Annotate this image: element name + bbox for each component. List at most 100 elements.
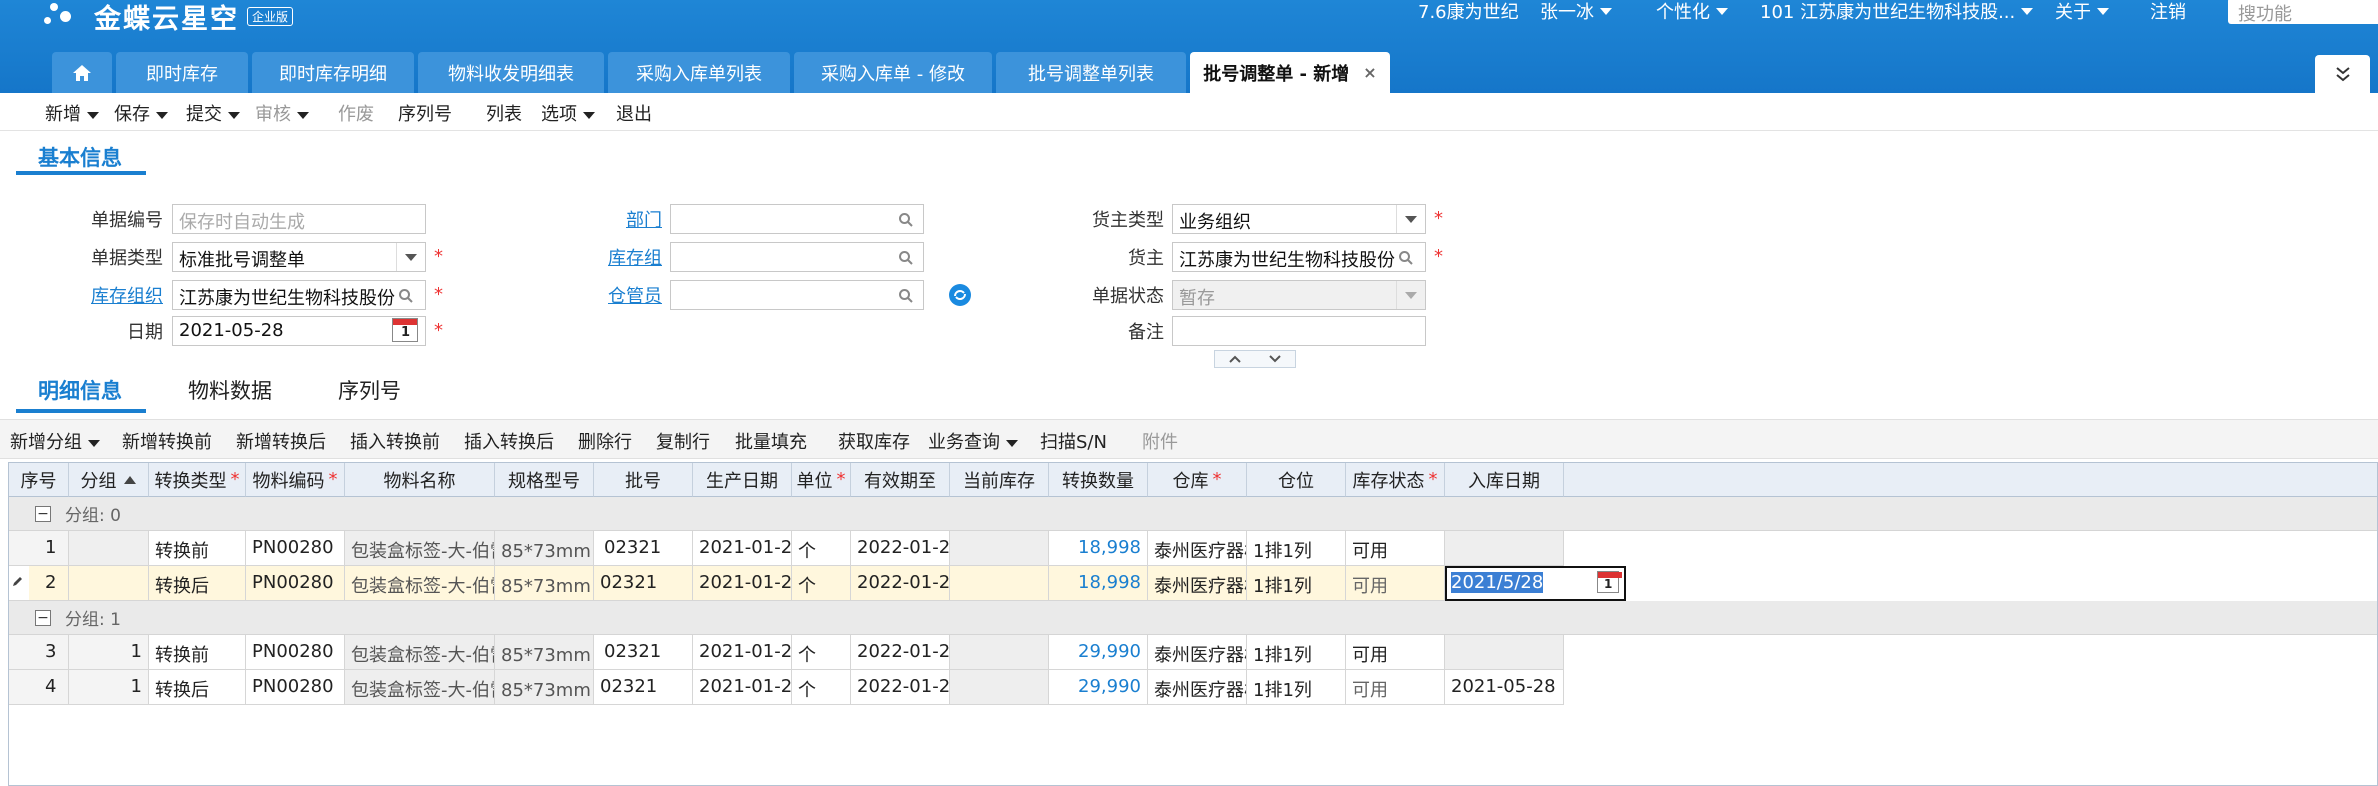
void-button[interactable]: 作废 [338, 100, 374, 126]
row-conv-type-cell[interactable]: 转换后 [149, 670, 246, 705]
copy-row-button[interactable]: 复制行 [656, 428, 710, 454]
row-warehouse-cell[interactable]: 泰州医疗器械... [1148, 635, 1247, 670]
row-stock-status-cell[interactable]: 可用 [1346, 531, 1445, 566]
row-expiry-cell[interactable]: 2022-01-24 [851, 566, 950, 601]
options-button[interactable]: 选项 [541, 100, 595, 126]
header-link-about[interactable]: 关于 [2055, 0, 2109, 23]
row-qty-cell[interactable]: 18,998 [1049, 531, 1148, 566]
row-expiry-cell[interactable]: 2022-01-24 [851, 531, 950, 566]
row-qty-cell[interactable]: 29,990 [1049, 670, 1148, 705]
dept-label-link[interactable]: 部门 [560, 206, 662, 232]
list-button[interactable]: 列表 [486, 100, 522, 126]
new-button[interactable]: 新增 [45, 100, 99, 126]
save-button[interactable]: 保存 [114, 100, 168, 126]
chevron-down-icon[interactable] [1269, 355, 1281, 363]
collapse-minus-icon[interactable]: − [35, 609, 51, 626]
dept-input[interactable] [670, 204, 924, 234]
tab-instant-stock[interactable]: 即时库存 [116, 52, 248, 93]
tab-home[interactable] [52, 52, 112, 93]
submit-button[interactable]: 提交 [186, 100, 240, 126]
search-icon[interactable] [898, 212, 914, 228]
header-link-org[interactable]: 101 江苏康为世纪生物科技股... [1760, 0, 2034, 23]
row-location-cell[interactable]: 1排1列 [1247, 635, 1346, 670]
col-header-expiry[interactable]: 有效期至 [851, 463, 950, 497]
search-icon[interactable] [1398, 250, 1414, 266]
function-search-input[interactable]: 搜功能 [2228, 0, 2378, 25]
add-group-button[interactable]: 新增分组 [10, 428, 100, 454]
col-header-unit[interactable]: 单位 * [792, 463, 851, 497]
row-mfg-date-cell[interactable]: 2021-01-24 [693, 566, 792, 601]
col-header-lot[interactable]: 批号 [594, 463, 693, 497]
insert-before-conversion-button[interactable]: 插入转换前 [350, 428, 440, 454]
chevron-down-icon[interactable] [396, 243, 424, 271]
col-header-in-date[interactable]: 入库日期 [1445, 463, 1564, 497]
in-date-edit-input[interactable]: 2021/5/28 1 [1445, 566, 1626, 601]
stocker-input[interactable] [670, 280, 924, 310]
tab-purchase-inbound-edit[interactable]: 采购入库单 - 修改 [794, 52, 992, 93]
stock-org-label-link[interactable]: 库存组织 [60, 282, 163, 308]
col-header-group[interactable]: 分组 [69, 463, 149, 497]
scan-sn-button[interactable]: 扫描S/N [1040, 428, 1107, 454]
col-header-current-stock[interactable]: 当前库存 [950, 463, 1049, 497]
stock-group-input[interactable] [670, 242, 924, 272]
refresh-icon[interactable] [948, 283, 972, 307]
row-unit-cell[interactable]: 个 [792, 566, 851, 601]
tab-material-io-detail[interactable]: 物料收发明细表 [418, 52, 604, 93]
col-header-qty[interactable]: 转换数量 [1049, 463, 1148, 497]
row-stock-status-cell[interactable]: 可用 [1346, 566, 1445, 601]
search-icon[interactable] [898, 250, 914, 266]
in-date-edit-value[interactable]: 2021/5/28 [1451, 572, 1544, 593]
date-input[interactable]: 2021-05-28 [172, 316, 426, 346]
col-header-material-code[interactable]: 物料编码 * [246, 463, 345, 497]
header-link-user[interactable]: 张一冰 [1540, 0, 1612, 23]
tab-lot-adjust-list[interactable]: 批号调整单列表 [996, 52, 1186, 93]
row-unit-cell[interactable]: 个 [792, 531, 851, 566]
col-header-spec[interactable]: 规格型号 [495, 463, 594, 497]
row-qty-cell[interactable]: 29,990 [1049, 635, 1148, 670]
row-material-code-cell[interactable]: PN00280 [246, 566, 345, 601]
bill-no-input[interactable]: 保存时自动生成 [172, 204, 426, 234]
row-stock-status-cell[interactable]: 可用 [1346, 670, 1445, 705]
row-location-cell[interactable]: 1排1列 [1247, 531, 1346, 566]
add-after-conversion-button[interactable]: 新增转换后 [236, 428, 326, 454]
tab-purchase-inbound-list[interactable]: 采购入库单列表 [608, 52, 790, 93]
serial-number-button[interactable]: 序列号 [398, 100, 452, 126]
col-header-stock-status[interactable]: 库存状态 * [1346, 463, 1445, 497]
owner-input[interactable]: 江苏康为世纪生物科技股份 [1172, 242, 1426, 272]
row-warehouse-cell[interactable]: 泰州医疗器械... [1148, 566, 1247, 601]
header-link-company[interactable]: 7.6康为世纪 [1418, 0, 1519, 23]
row-mfg-date-cell[interactable]: 2021-01-24 [693, 531, 792, 566]
tab-lot-adjust-new[interactable]: 批号调整单 - 新增 × [1190, 52, 1390, 93]
form-collapse-toggle[interactable] [1214, 350, 1296, 368]
tab-instant-stock-detail[interactable]: 即时库存明细 [252, 52, 414, 93]
row-lot-cell[interactable]: 02321 [594, 670, 693, 705]
row-location-cell[interactable]: 1排1列 [1247, 670, 1346, 705]
business-query-button[interactable]: 业务查询 [928, 428, 1018, 454]
stocker-label-link[interactable]: 仓管员 [560, 282, 662, 308]
row-conv-type-cell[interactable]: 转换后 [149, 566, 246, 601]
tab-material-data[interactable]: 物料数据 [188, 375, 272, 405]
attachment-button[interactable]: 附件 [1142, 428, 1178, 454]
group-row[interactable]: − 分组: 1 [9, 601, 2377, 635]
stock-org-input[interactable]: 江苏康为世纪生物科技股份 [172, 280, 426, 310]
row-material-code-cell[interactable]: PN00280 [246, 531, 345, 566]
collapse-minus-icon[interactable]: − [35, 505, 51, 522]
row-warehouse-cell[interactable]: 泰州医疗器械... [1148, 670, 1247, 705]
row-conv-type-cell[interactable]: 转换前 [149, 531, 246, 566]
col-header-mfg-date[interactable]: 生产日期 [693, 463, 792, 497]
delete-row-button[interactable]: 删除行 [578, 428, 632, 454]
insert-after-conversion-button[interactable]: 插入转换后 [464, 428, 554, 454]
row-lot-cell[interactable]: 02321 [594, 635, 693, 670]
stock-group-label-link[interactable]: 库存组 [560, 244, 662, 270]
col-header-warehouse[interactable]: 仓库 * [1148, 463, 1247, 497]
header-link-personalize[interactable]: 个性化 [1656, 0, 1728, 23]
row-qty-cell[interactable]: 18,998 [1049, 566, 1148, 601]
calendar-icon[interactable]: 1 [392, 318, 418, 342]
row-lot-cell[interactable]: 02321 [594, 566, 693, 601]
row-expiry-cell[interactable]: 2022-01-24 [851, 670, 950, 705]
row-warehouse-cell[interactable]: 泰州医疗器械... [1148, 531, 1247, 566]
col-header-conv-type[interactable]: 转换类型 * [149, 463, 246, 497]
row-material-code-cell[interactable]: PN00280 [246, 635, 345, 670]
row-expiry-cell[interactable]: 2022-01-24 [851, 635, 950, 670]
row-location-cell[interactable]: 1排1列 [1247, 566, 1346, 601]
